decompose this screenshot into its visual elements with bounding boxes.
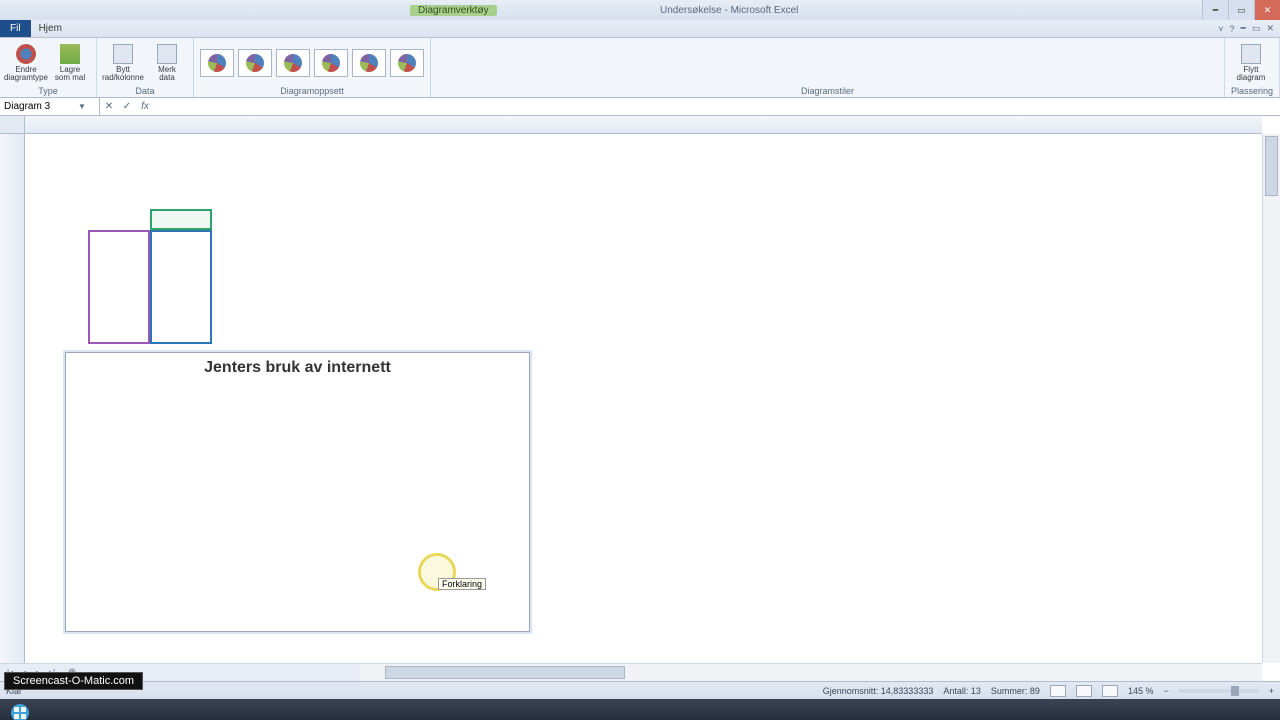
- start-button[interactable]: [0, 699, 40, 720]
- horizontal-scroll-thumb[interactable]: [385, 666, 625, 679]
- ribbon-tab-hjem[interactable]: Hjem: [31, 20, 70, 37]
- status-sum: Summer: 89: [991, 686, 1040, 696]
- watermark: Screencast-O-Matic.com: [4, 672, 143, 690]
- chart-legend[interactable]: [326, 487, 529, 507]
- view-normal-button[interactable]: [1050, 685, 1066, 697]
- formula-input[interactable]: [154, 101, 1280, 112]
- view-page-layout-button[interactable]: [1076, 685, 1092, 697]
- change-chart-type-button[interactable]: Endrediagramtype: [6, 41, 46, 85]
- minimize-button[interactable]: [1202, 0, 1228, 20]
- row-headers[interactable]: [0, 134, 25, 663]
- cancel-formula-icon[interactable]: ✕: [100, 101, 118, 112]
- zoom-in-icon[interactable]: +: [1269, 686, 1274, 696]
- swap-icon: [113, 44, 133, 64]
- worksheet-grid[interactable]: Jenters bruk av internett Forklaring |◂ …: [0, 116, 1280, 681]
- document-title: Undersøkelse - Microsoft Excel: [660, 5, 798, 16]
- ribbon-minimize-icon[interactable]: ˅: [1218, 24, 1223, 34]
- ribbon-group-data-label: Data: [103, 85, 187, 97]
- vertical-scrollbar[interactable]: [1262, 134, 1280, 663]
- ribbon-tabs: Fil Hjem ˅ ? ━ ▭ ✕: [0, 20, 1280, 38]
- move-chart-button[interactable]: Flyttdiagram: [1231, 41, 1271, 85]
- title-bar: Diagramverktøy Undersøkelse - Microsoft …: [0, 0, 1280, 20]
- doc-close-icon[interactable]: ✕: [1266, 23, 1274, 34]
- save-as-template-button[interactable]: Lagresom mal: [50, 41, 90, 85]
- windows-taskbar: [0, 699, 1280, 720]
- range-highlight-labels: [88, 230, 150, 344]
- chart-layout-thumb[interactable]: [390, 49, 424, 77]
- embedded-pie-chart[interactable]: Jenters bruk av internett Forklaring: [65, 352, 530, 632]
- template-icon: [60, 44, 80, 64]
- help-icon[interactable]: ?: [1230, 24, 1235, 34]
- doc-restore-icon[interactable]: ▭: [1252, 23, 1261, 34]
- chart-tools-label: Diagramverktøy: [410, 5, 497, 16]
- doc-minimize-icon[interactable]: ━: [1241, 23, 1246, 34]
- chart-type-icon: [16, 44, 36, 64]
- fx-icon[interactable]: fx: [136, 101, 154, 112]
- status-bar: Klar Gjennomsnitt: 14,83333333 Antall: 1…: [0, 681, 1280, 699]
- enter-formula-icon[interactable]: ✓: [118, 101, 136, 112]
- legend-tooltip: Forklaring: [438, 578, 486, 590]
- chart-title[interactable]: Jenters bruk av internett: [66, 353, 529, 377]
- ribbon-group-styles-label: Diagramstiler: [437, 85, 1218, 97]
- chart-layout-thumb[interactable]: [200, 49, 234, 77]
- column-headers[interactable]: [25, 116, 1262, 134]
- ribbon: Endrediagramtype Lagresom mal Type Byttr…: [0, 38, 1280, 98]
- chart-layout-thumb[interactable]: [352, 49, 386, 77]
- select-all-cell[interactable]: [0, 116, 25, 134]
- select-data-icon: [157, 44, 177, 64]
- formula-bar-row: ▼ ✕ ✓ fx: [0, 98, 1280, 116]
- vertical-scroll-thumb[interactable]: [1265, 136, 1278, 196]
- close-button[interactable]: [1254, 0, 1280, 20]
- move-chart-icon: [1241, 44, 1261, 64]
- zoom-slider-thumb[interactable]: [1231, 686, 1239, 696]
- name-box[interactable]: ▼: [0, 98, 100, 115]
- chart-layout-thumb[interactable]: [314, 49, 348, 77]
- name-box-input[interactable]: [4, 101, 74, 112]
- pie-plot-area[interactable]: [96, 397, 296, 597]
- chart-layout-gallery[interactable]: [200, 40, 424, 85]
- zoom-level[interactable]: 145 %: [1128, 686, 1154, 696]
- ribbon-group-layouts-label: Diagramoppsett: [200, 85, 424, 97]
- status-average: Gjennomsnitt: 14,83333333: [823, 686, 934, 696]
- maximize-button[interactable]: [1228, 0, 1254, 20]
- view-page-break-button[interactable]: [1102, 685, 1118, 697]
- switch-row-column-button[interactable]: Byttrad/kolonne: [103, 41, 143, 85]
- ribbon-group-type-label: Type: [6, 85, 90, 97]
- range-highlight-title: [150, 209, 212, 230]
- chart-layout-thumb[interactable]: [238, 49, 272, 77]
- status-count: Antall: 13: [943, 686, 981, 696]
- zoom-slider[interactable]: [1179, 689, 1259, 693]
- chart-layout-thumb[interactable]: [276, 49, 310, 77]
- select-data-button[interactable]: Merkdata: [147, 41, 187, 85]
- chart-style-gallery[interactable]: [437, 40, 1218, 85]
- ribbon-group-location-label: Plassering: [1231, 85, 1273, 97]
- name-box-dropdown-icon[interactable]: ▼: [74, 102, 90, 111]
- windows-logo-icon: [10, 703, 30, 720]
- file-tab[interactable]: Fil: [0, 20, 31, 37]
- range-highlight-values: [150, 230, 212, 344]
- window-controls: [1202, 0, 1280, 20]
- zoom-out-icon[interactable]: −: [1163, 686, 1168, 696]
